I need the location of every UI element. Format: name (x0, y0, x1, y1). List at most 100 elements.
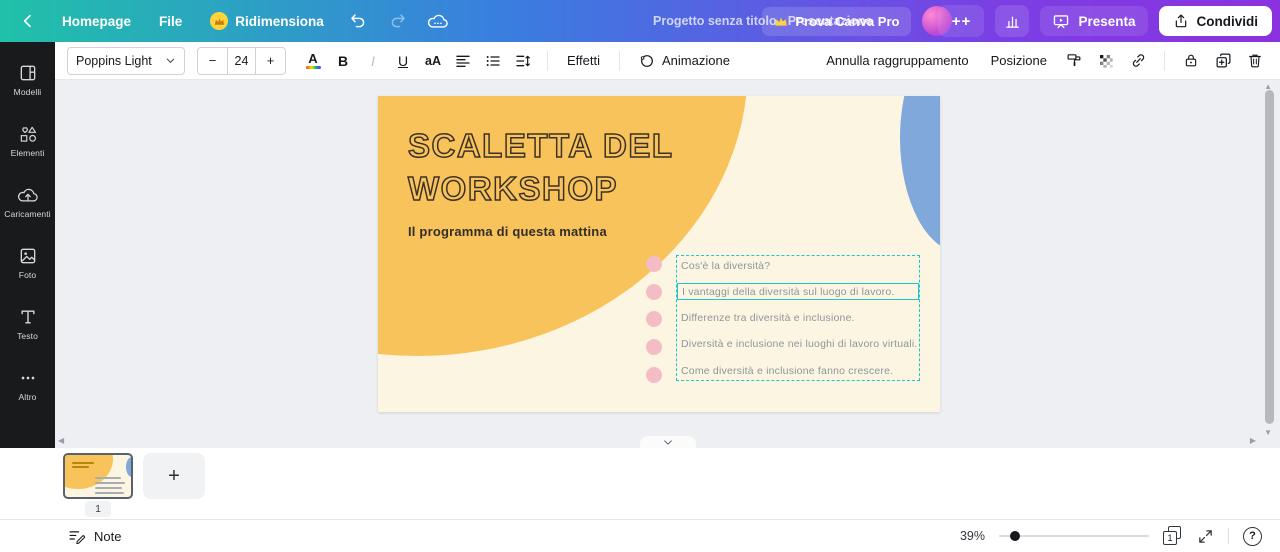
position-label: Posizione (991, 53, 1047, 68)
duplicate-button[interactable] (1210, 47, 1236, 75)
add-page-button[interactable]: + (143, 453, 205, 499)
lock-button[interactable] (1178, 47, 1204, 75)
presentation-icon (1052, 13, 1070, 29)
align-left-icon (455, 54, 471, 68)
slide-page[interactable]: SCALETTA DEL WORKSHOP Il programma di qu… (378, 96, 940, 412)
effects-button[interactable]: Effetti (559, 47, 608, 75)
notes-button[interactable]: Note (68, 529, 121, 544)
share-label: Condividi (1197, 14, 1259, 29)
animation-icon (639, 53, 655, 69)
sidebar-label: Caricamenti (4, 209, 50, 219)
page-thumbnail-1[interactable] (63, 453, 133, 499)
font-size-increase-button[interactable]: + (256, 48, 285, 74)
page-number-chip[interactable]: 1 (85, 501, 111, 517)
animation-button[interactable]: Animazione (631, 47, 738, 75)
selected-text-group[interactable]: Cos'è la diversità? I vantaggi della div… (676, 255, 920, 381)
text-color-button[interactable]: A (300, 47, 326, 75)
redo-icon (389, 12, 407, 30)
font-size-decrease-button[interactable]: − (198, 48, 227, 74)
undo-button[interactable] (342, 5, 374, 37)
scroll-down-arrow[interactable]: ▼ (1264, 429, 1272, 437)
crown-icon (774, 16, 788, 27)
link-button[interactable] (1125, 47, 1151, 75)
chevron-down-icon (165, 55, 176, 66)
list-bullet-dot[interactable] (646, 339, 662, 355)
templates-icon (18, 63, 38, 83)
invite-members-button[interactable]: ++ (938, 5, 984, 37)
share-button[interactable]: Condividi (1159, 6, 1273, 36)
delete-button[interactable] (1242, 47, 1268, 75)
alignment-button[interactable] (450, 47, 476, 75)
agenda-item-text[interactable]: Diversità e inclusione nei luoghi di lav… (677, 336, 919, 353)
sidebar-item-modelli[interactable]: Modelli (0, 54, 55, 106)
zoom-slider-knob[interactable] (1010, 531, 1020, 541)
fullscreen-icon[interactable] (1197, 528, 1214, 545)
agenda-item-text[interactable]: Differenze tra diversità e inclusione. (677, 310, 919, 327)
paint-roller-icon (1066, 52, 1083, 69)
list-bullet-dot[interactable] (646, 311, 662, 327)
present-button[interactable]: Presenta (1040, 6, 1147, 36)
bullet-list-button[interactable] (480, 47, 506, 75)
text-case-button[interactable]: aA (420, 47, 446, 75)
zoom-percent[interactable]: 39% (960, 529, 985, 543)
thumb-text-line (95, 482, 125, 484)
sidebar-item-foto[interactable]: Foto (0, 237, 55, 289)
underline-button[interactable]: U (390, 47, 416, 75)
invite-label: ++ (952, 13, 972, 30)
collapse-panel-tab[interactable] (640, 436, 696, 448)
file-menu-button[interactable]: File (149, 8, 192, 35)
sidebar-item-caricamenti[interactable]: Caricamenti (0, 176, 55, 228)
thumb-text-line (95, 487, 122, 489)
sidebar-item-testo[interactable]: Testo (0, 298, 55, 350)
underline-glyph: U (398, 53, 408, 69)
scroll-right-arrow[interactable]: ▶ (1250, 437, 1256, 445)
bold-button[interactable]: B (330, 47, 356, 75)
font-family-select[interactable]: Poppins Light (67, 47, 185, 75)
resize-button[interactable]: Ridimensiona (200, 6, 334, 36)
agenda-item-text-selected[interactable]: I vantaggi della diversità sul luogo di … (677, 283, 919, 300)
line-spacing-button[interactable] (510, 47, 536, 75)
homepage-button[interactable]: Homepage (52, 8, 141, 35)
slide-title[interactable]: SCALETTA DEL WORKSHOP (408, 124, 673, 210)
sidebar-label: Foto (19, 270, 36, 280)
ungroup-label: Annulla raggruppamento (826, 53, 968, 68)
divider (1228, 528, 1229, 544)
zoom-slider[interactable] (999, 535, 1149, 537)
insights-button[interactable] (995, 5, 1029, 37)
bold-glyph: B (338, 53, 348, 69)
cloud-save-status-button[interactable] (422, 5, 454, 37)
blue-blob-shape[interactable] (900, 96, 940, 253)
try-canva-pro-button[interactable]: Prova Canva Pro (762, 7, 911, 36)
agenda-item-text[interactable]: Cos'è la diversità? (677, 257, 919, 274)
font-size-value[interactable]: 24 (227, 48, 256, 74)
agenda-item-text[interactable]: Come diversità e inclusione fanno cresce… (677, 362, 919, 379)
list-bullet-dot[interactable] (646, 284, 662, 300)
italic-button[interactable]: I (360, 47, 386, 75)
thumb-text-line (95, 492, 124, 494)
sidebar-item-altro[interactable]: Altro (0, 359, 55, 411)
vertical-scrollbar-thumb[interactable] (1265, 90, 1274, 424)
sidebar-label: Altro (19, 392, 37, 402)
bullet-list-icon (485, 54, 501, 68)
bar-chart-icon (1004, 13, 1021, 30)
list-bullet-dot[interactable] (646, 367, 662, 383)
help-button[interactable]: ? (1243, 527, 1262, 546)
transparency-button[interactable] (1093, 47, 1119, 75)
redo-button[interactable] (382, 5, 414, 37)
ungroup-button[interactable]: Annulla raggruppamento (818, 47, 976, 75)
notes-label: Note (94, 529, 121, 544)
crown-badge-icon (210, 12, 228, 30)
grid-view-button[interactable]: 1 (1163, 526, 1183, 546)
position-button[interactable]: Posizione (983, 47, 1055, 75)
text-color-rainbow-bar (306, 66, 321, 69)
sidebar-item-elementi[interactable]: Elementi (0, 115, 55, 167)
back-button[interactable] (12, 5, 44, 37)
effects-label: Effetti (567, 53, 600, 68)
team-area: ++ (922, 5, 984, 37)
copy-style-button[interactable] (1061, 47, 1087, 75)
toolbar-divider (619, 51, 620, 71)
editor-toolbar: Poppins Light − 24 + A B I U aA Effetti … (55, 42, 1280, 80)
list-bullet-dot[interactable] (646, 256, 662, 272)
scroll-left-arrow[interactable]: ◀ (58, 437, 64, 445)
slide-subtitle[interactable]: Il programma di questa mattina (408, 224, 607, 239)
